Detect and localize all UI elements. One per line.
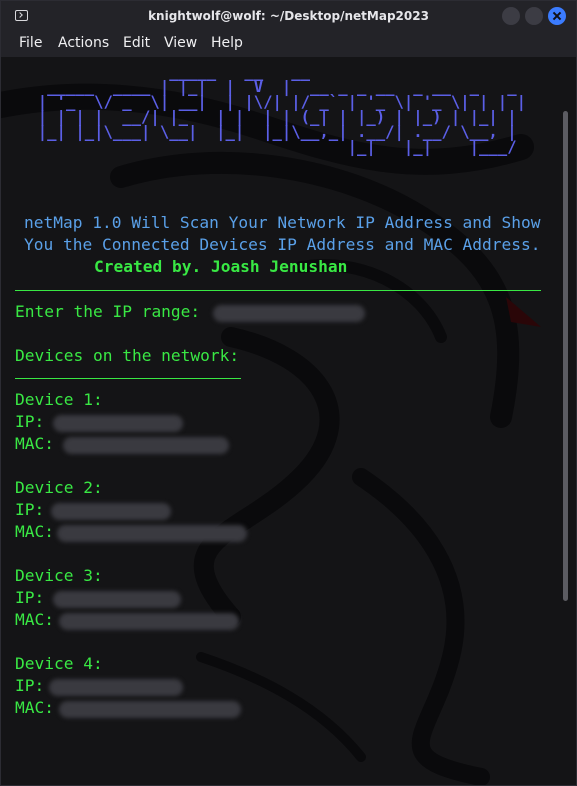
device-4-ip-label: IP: (15, 676, 45, 695)
intro-line-1: netMap 1.0 Will Scan Your Network IP Add… (24, 213, 541, 232)
menu-bar: File Actions Edit View Help (1, 31, 576, 57)
redacted-ip (51, 503, 171, 520)
ip-range-prompt: Enter the IP range: (15, 302, 201, 321)
device-3-label: Device 3: (15, 566, 103, 585)
credit-line: Created by. Joash Jenushan (94, 257, 348, 276)
redacted-ip (49, 679, 183, 696)
devices-header: Devices on the network: (15, 346, 240, 365)
devices-underline (15, 378, 241, 379)
redacted-mac (59, 701, 241, 718)
netmappy-ascii-banner: _____ __ __ _____ ____ | |_| | V | __ _ … (19, 63, 526, 156)
menu-actions[interactable]: Actions (58, 35, 109, 51)
redacted-ip-range (213, 305, 365, 322)
device-4-label: Device 4: (15, 654, 103, 673)
menu-file[interactable]: File (19, 35, 42, 51)
redacted-mac (57, 525, 247, 542)
scrollbar-thumb[interactable] (563, 111, 568, 601)
device-1-ip-label: IP: (15, 412, 45, 431)
device-3-ip-label: IP: (15, 588, 45, 607)
device-2-label: Device 2: (15, 478, 103, 497)
terminal-window: knightwolf@wolf: ~/Desktop/netMap2023 Fi… (0, 0, 577, 786)
maximize-button[interactable] (525, 7, 543, 25)
device-4-mac-label: MAC: (15, 698, 54, 717)
redacted-ip (53, 591, 181, 608)
menu-edit[interactable]: Edit (123, 35, 150, 51)
redacted-mac (59, 613, 239, 630)
intro-line-2: You the Connected Devices IP Address and… (24, 235, 541, 254)
menu-help[interactable]: Help (211, 35, 243, 51)
device-1-mac-label: MAC: (15, 434, 54, 453)
device-2-mac-label: MAC: (15, 522, 54, 541)
window-title: knightwolf@wolf: ~/Desktop/netMap2023 (148, 9, 429, 23)
device-3-mac-label: MAC: (15, 610, 54, 629)
title-bar[interactable]: knightwolf@wolf: ~/Desktop/netMap2023 (1, 1, 576, 31)
redacted-mac (63, 437, 229, 454)
device-2-ip-label: IP: (15, 500, 45, 519)
minimize-button[interactable] (502, 7, 520, 25)
separator-line (15, 290, 541, 291)
close-button[interactable] (548, 7, 566, 25)
terminal-output[interactable]: _____ __ __ _____ ____ | |_| | V | __ _ … (1, 57, 576, 785)
redacted-ip (53, 415, 183, 432)
device-1-label: Device 1: (15, 390, 103, 409)
menu-view[interactable]: View (164, 35, 197, 51)
